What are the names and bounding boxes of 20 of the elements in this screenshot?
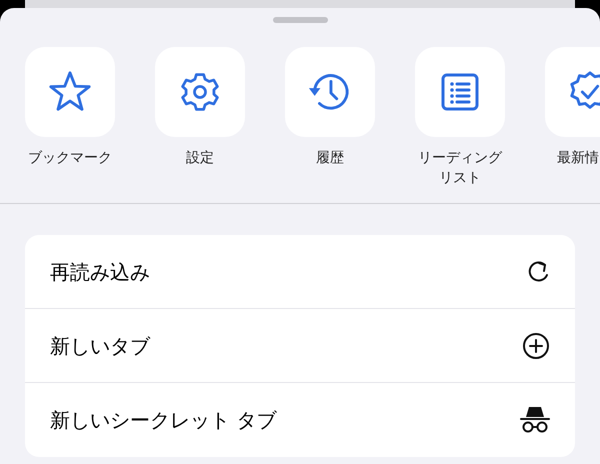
shortcut-label[interactable]: ブックマーク: [27, 148, 113, 168]
shortcut-button[interactable]: [285, 47, 375, 137]
menu-item-label: 新しいタブ: [50, 332, 150, 360]
list-icon: [440, 72, 480, 112]
menu-item-label: 再読み込み: [50, 258, 150, 286]
incognito-icon: [519, 405, 551, 435]
menu-item-label: 新しいシークレット タブ: [50, 407, 276, 434]
shortcut-label[interactable]: 設定: [157, 148, 243, 168]
shortcut-label[interactable]: リーディングリスト: [417, 148, 503, 188]
shortcut-button[interactable]: [155, 47, 245, 137]
settings-icon: [178, 70, 222, 114]
menu-item[interactable]: 再読み込み: [25, 235, 575, 309]
shortcut-button[interactable]: [25, 47, 115, 137]
new-tab-icon: [521, 330, 551, 360]
drag-handle[interactable]: [272, 17, 328, 23]
shortcut-label[interactable]: 履歴: [287, 148, 373, 168]
menu-item[interactable]: 新しいタブ: [25, 309, 575, 383]
shortcut-label[interactable]: 最新情: [545, 148, 599, 168]
menu-item[interactable]: 新しいシークレット タブ: [25, 383, 575, 457]
shortcut-button[interactable]: [415, 47, 505, 137]
